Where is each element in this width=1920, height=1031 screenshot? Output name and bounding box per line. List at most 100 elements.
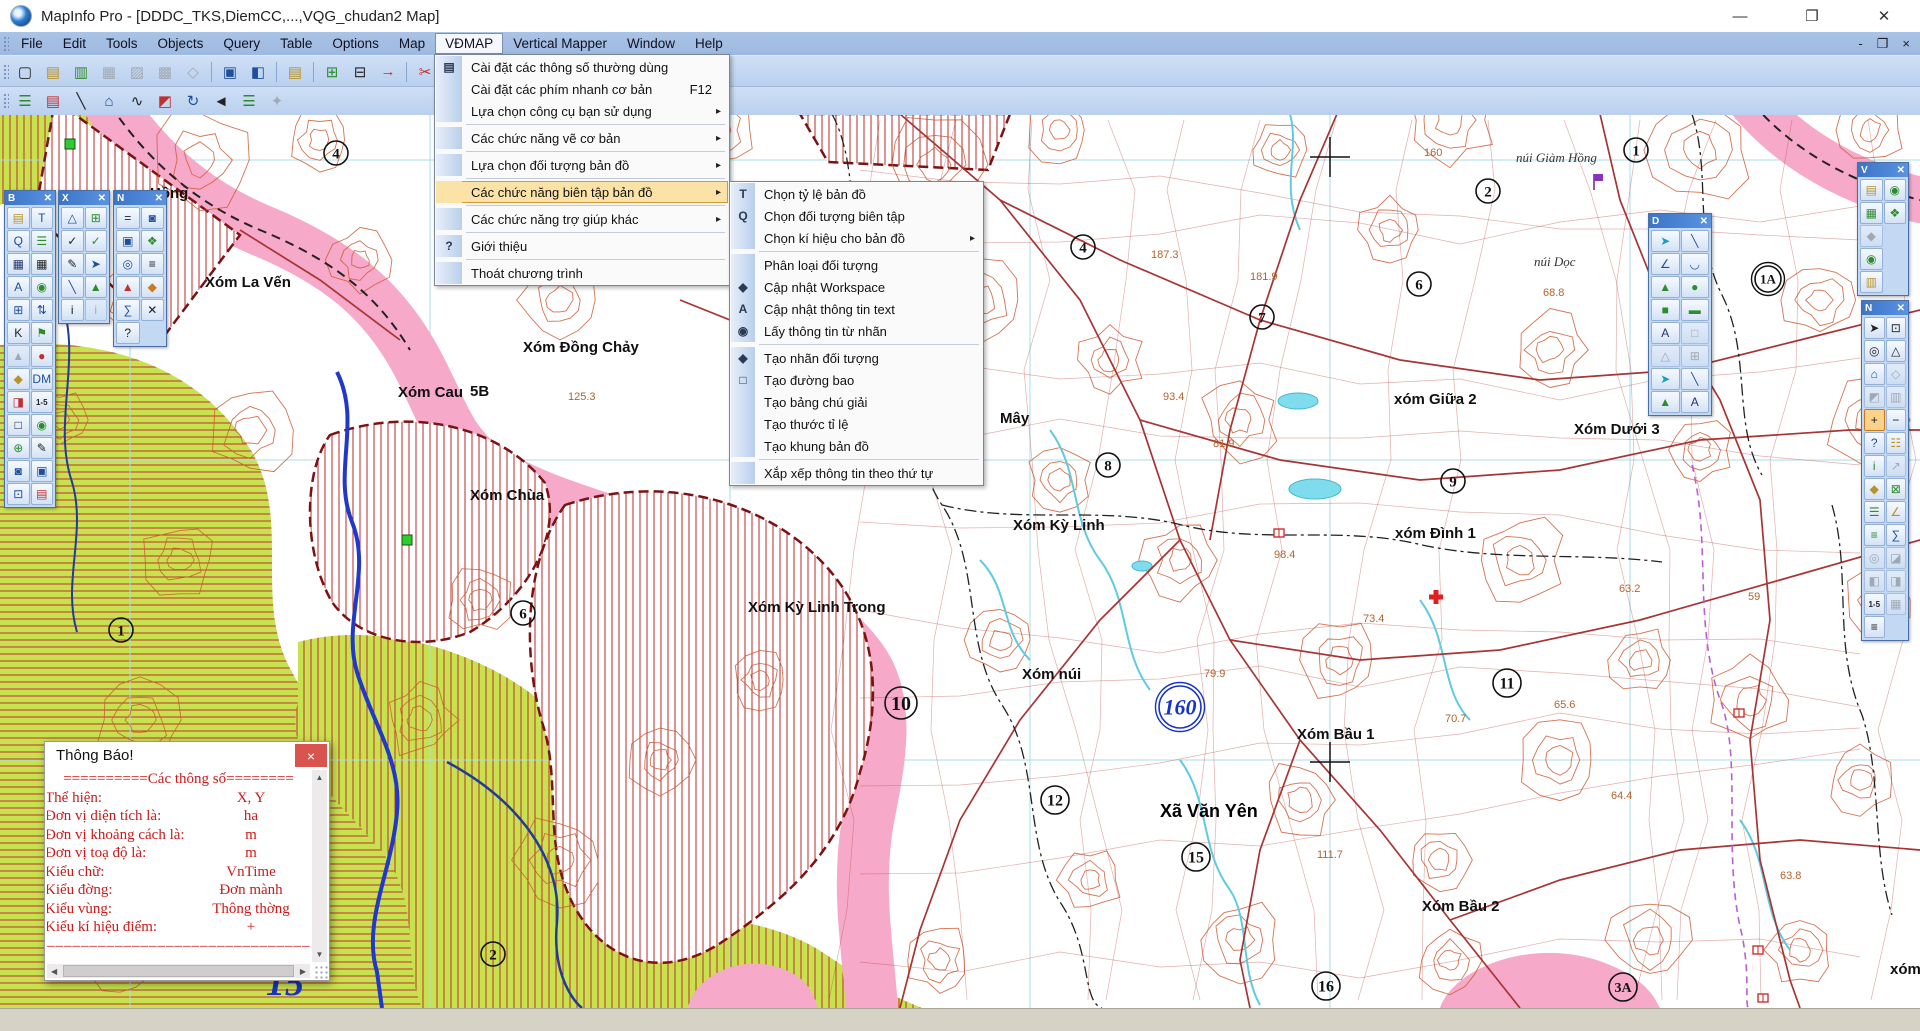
menu-item-chon-doi-tuong-bien-tap[interactable]: QChọn đối tượng biên tập xyxy=(731,205,982,227)
scroll-left-icon[interactable]: ◀ xyxy=(47,967,61,976)
vm-rotate-select-icon[interactable]: ↻ xyxy=(180,89,206,114)
dialog-vertical-scrollbar[interactable]: ▲ ▼ xyxy=(312,770,327,962)
menu-item-lay-thong-tin-tu-nhan[interactable]: ◉Lấy thông tin từ nhãn xyxy=(731,320,982,342)
d-palette-title-bar[interactable]: D✕ xyxy=(1649,214,1711,228)
layers-tool-icon[interactable]: ☰ xyxy=(31,230,54,252)
vm-layer-control-icon[interactable]: ▤ xyxy=(40,89,66,114)
vm-graph-icon[interactable]: ∿ xyxy=(124,89,150,114)
tool-options-icon[interactable]: ◇ xyxy=(180,59,206,84)
text-draw-icon[interactable]: A xyxy=(1651,322,1680,344)
menu-item-tao-duong-bao[interactable]: □Tạo đường bao xyxy=(731,369,982,391)
export-icon[interactable]: → xyxy=(375,59,401,84)
region-merge-icon[interactable]: ▲ xyxy=(85,276,108,298)
check-double-icon[interactable]: ✓ xyxy=(85,230,108,252)
menu-item-phan-loai-doi-tuong[interactable]: Phân loại đối tượng xyxy=(731,254,982,276)
info-black-icon[interactable]: i xyxy=(61,299,84,321)
district-tool-icon[interactable]: ▦ xyxy=(1886,593,1907,615)
new-layout-icon[interactable]: ⊞ xyxy=(319,59,345,84)
query-tool-icon[interactable]: Q xyxy=(7,230,30,252)
menu-item-cai-dat-cac-phim-nhanh-co-ban[interactable]: Cài đặt các phím nhanh cơ bảnF12 xyxy=(436,78,728,100)
menu-item-query[interactable]: Query xyxy=(213,33,270,54)
mesh-globe-icon[interactable]: ⊕ xyxy=(7,437,30,459)
label-tool-icon[interactable]: ◆ xyxy=(1864,478,1885,500)
v-palette-title-bar[interactable]: V✕ xyxy=(1858,163,1908,177)
paste-clip-icon[interactable]: ▤ xyxy=(31,483,54,505)
arc-draw-icon[interactable]: ◡ xyxy=(1681,253,1710,275)
menu-item-file[interactable]: File xyxy=(11,33,53,54)
menu-item-window[interactable]: Window xyxy=(617,33,685,54)
globe-folder-icon[interactable]: ◉ xyxy=(1884,179,1907,201)
menubar-grip-handle[interactable] xyxy=(3,36,9,52)
menu-item-lua-chon-doi-tuong-ban-do[interactable]: Lựa chọn đối tượng bản đồ▸ xyxy=(436,154,728,176)
clip-on-icon[interactable]: ◧ xyxy=(1864,570,1885,592)
menu-item-cac-chuc-nang-ve-co-ban[interactable]: Các chức năng vẽ cơ bản▸ xyxy=(436,127,728,149)
shield-gray-icon[interactable]: ◆ xyxy=(1860,225,1883,247)
vm-satellite-icon[interactable]: ✦ xyxy=(264,89,290,114)
line-style-icon[interactable]: ╲ xyxy=(1681,368,1710,390)
menu-item-cap-nhat-workspace[interactable]: ◆Cập nhật Workspace xyxy=(731,276,982,298)
zoom-question-icon[interactable]: ? xyxy=(1864,432,1885,454)
print-icon[interactable]: ⊟ xyxy=(347,59,373,84)
new-table-icon[interactable]: ▢ xyxy=(12,59,38,84)
reshape-gray-icon[interactable]: △ xyxy=(1651,345,1680,367)
select-arrow-icon[interactable]: ➤ xyxy=(1864,317,1885,339)
radius-select-icon[interactable]: ◎ xyxy=(1864,340,1885,362)
toolbar-grip-handle[interactable] xyxy=(3,64,9,80)
save-table-icon[interactable]: ▣ xyxy=(217,59,243,84)
book-search-icon[interactable]: ▥ xyxy=(1860,271,1883,293)
menu-item-edit[interactable]: Edit xyxy=(53,33,96,54)
toolbar2-grip-handle[interactable] xyxy=(3,93,9,109)
mdi-minimize-button[interactable]: - xyxy=(1858,36,1862,51)
vm-raster-icon[interactable]: ◩ xyxy=(152,89,178,114)
info-gray-icon[interactable]: i xyxy=(85,299,108,321)
palette-close-icon[interactable]: ✕ xyxy=(1897,303,1905,314)
camera-capture-icon[interactable]: ◙ xyxy=(141,207,165,229)
vm-line-info-icon[interactable]: ╲ xyxy=(68,89,94,114)
clip-off-icon[interactable]: ◨ xyxy=(1886,570,1907,592)
menu-item-chon-ty-le-ban-do[interactable]: TChọn tỷ lệ bản đồ xyxy=(731,183,982,205)
drag-map-icon[interactable]: ⊠ xyxy=(1886,478,1907,500)
menu-item-xap-xep-thong-tin-theo-thu-tu[interactable]: Xắp xếp thông tin theo thứ tự xyxy=(731,462,982,484)
traffic-light-icon[interactable]: ◨ xyxy=(7,391,30,413)
sigma-stats-icon[interactable]: ∑ xyxy=(116,299,140,321)
text-tool-icon[interactable]: T xyxy=(31,207,54,229)
scroll-up-icon[interactable]: ▲ xyxy=(316,770,324,785)
set-target-icon[interactable]: ◎ xyxy=(1864,547,1885,569)
invert-select-icon[interactable]: ◩ xyxy=(1864,386,1885,408)
menu-item-tools[interactable]: Tools xyxy=(96,33,148,54)
boundary-select-icon[interactable]: ⌂ xyxy=(1864,363,1885,385)
reshape-polygon-icon[interactable]: △ xyxy=(61,207,84,229)
n-palette-title-bar[interactable]: N✕ xyxy=(114,191,166,205)
window-copy-icon[interactable]: ⊞ xyxy=(7,299,30,321)
menu-item-gioi-thieu[interactable]: ?Giới thiệu xyxy=(436,235,728,257)
revert-table-icon[interactable]: ▩ xyxy=(152,59,178,84)
zoom-in-icon[interactable]: + xyxy=(1864,409,1885,431)
open-folder-icon[interactable]: ▤ xyxy=(282,59,308,84)
tools-cross-icon[interactable]: ✕ xyxy=(141,299,165,321)
menu-item-cai-dat-cac-thong-so-thuong-dung[interactable]: ▤Cài đặt các thông số thường dùng xyxy=(436,56,728,78)
scroll-down-icon[interactable]: ▼ xyxy=(316,947,324,962)
k-tool-icon[interactable]: K xyxy=(7,322,30,344)
grid-black-icon-icon[interactable]: ▦ xyxy=(31,253,54,275)
marquee-select-icon[interactable]: ⊡ xyxy=(1886,317,1907,339)
menu-item-cap-nhat-thong-tin-text[interactable]: ACập nhật thông tin text xyxy=(731,298,982,320)
polyline-draw-icon[interactable]: ∠ xyxy=(1651,253,1680,275)
frame-map-icon[interactable]: ▣ xyxy=(116,230,140,252)
dialog-resize-grip[interactable] xyxy=(314,965,328,979)
menu-item-chon-ki-hieu-cho-ban-do[interactable]: Chọn kí hiệu cho bản đồ▸ xyxy=(731,227,982,249)
globe-pin2-icon[interactable]: ◉ xyxy=(1860,248,1883,270)
grid-pins-icon[interactable]: ❖ xyxy=(1884,202,1907,224)
vm-arrow-back-icon[interactable]: ◄ xyxy=(208,89,234,114)
palette-close-icon[interactable]: ✕ xyxy=(155,193,163,204)
palette-close-icon[interactable]: ✕ xyxy=(98,193,106,204)
main-palette-title-bar[interactable]: N✕ xyxy=(1862,301,1908,315)
vm-3d-layer-icon[interactable]: ☰ xyxy=(236,89,262,114)
menu-item-tao-thuoc-ti-le[interactable]: Tạo thước tỉ lệ xyxy=(731,413,982,435)
menu-item-cac-chuc-nang-tro-giup-khac[interactable]: Các chức năng trợ giúp khác▸ xyxy=(436,208,728,230)
ellipse-draw-icon[interactable]: ● xyxy=(1681,276,1710,298)
workspace-open-icon[interactable]: ▤ xyxy=(7,207,30,229)
globe-tool-icon[interactable]: ◉ xyxy=(31,276,54,298)
palette-close-icon[interactable]: ✕ xyxy=(1700,216,1708,227)
palette-close-icon[interactable]: ✕ xyxy=(44,193,52,204)
frame-draw-icon[interactable]: □ xyxy=(1681,322,1710,344)
